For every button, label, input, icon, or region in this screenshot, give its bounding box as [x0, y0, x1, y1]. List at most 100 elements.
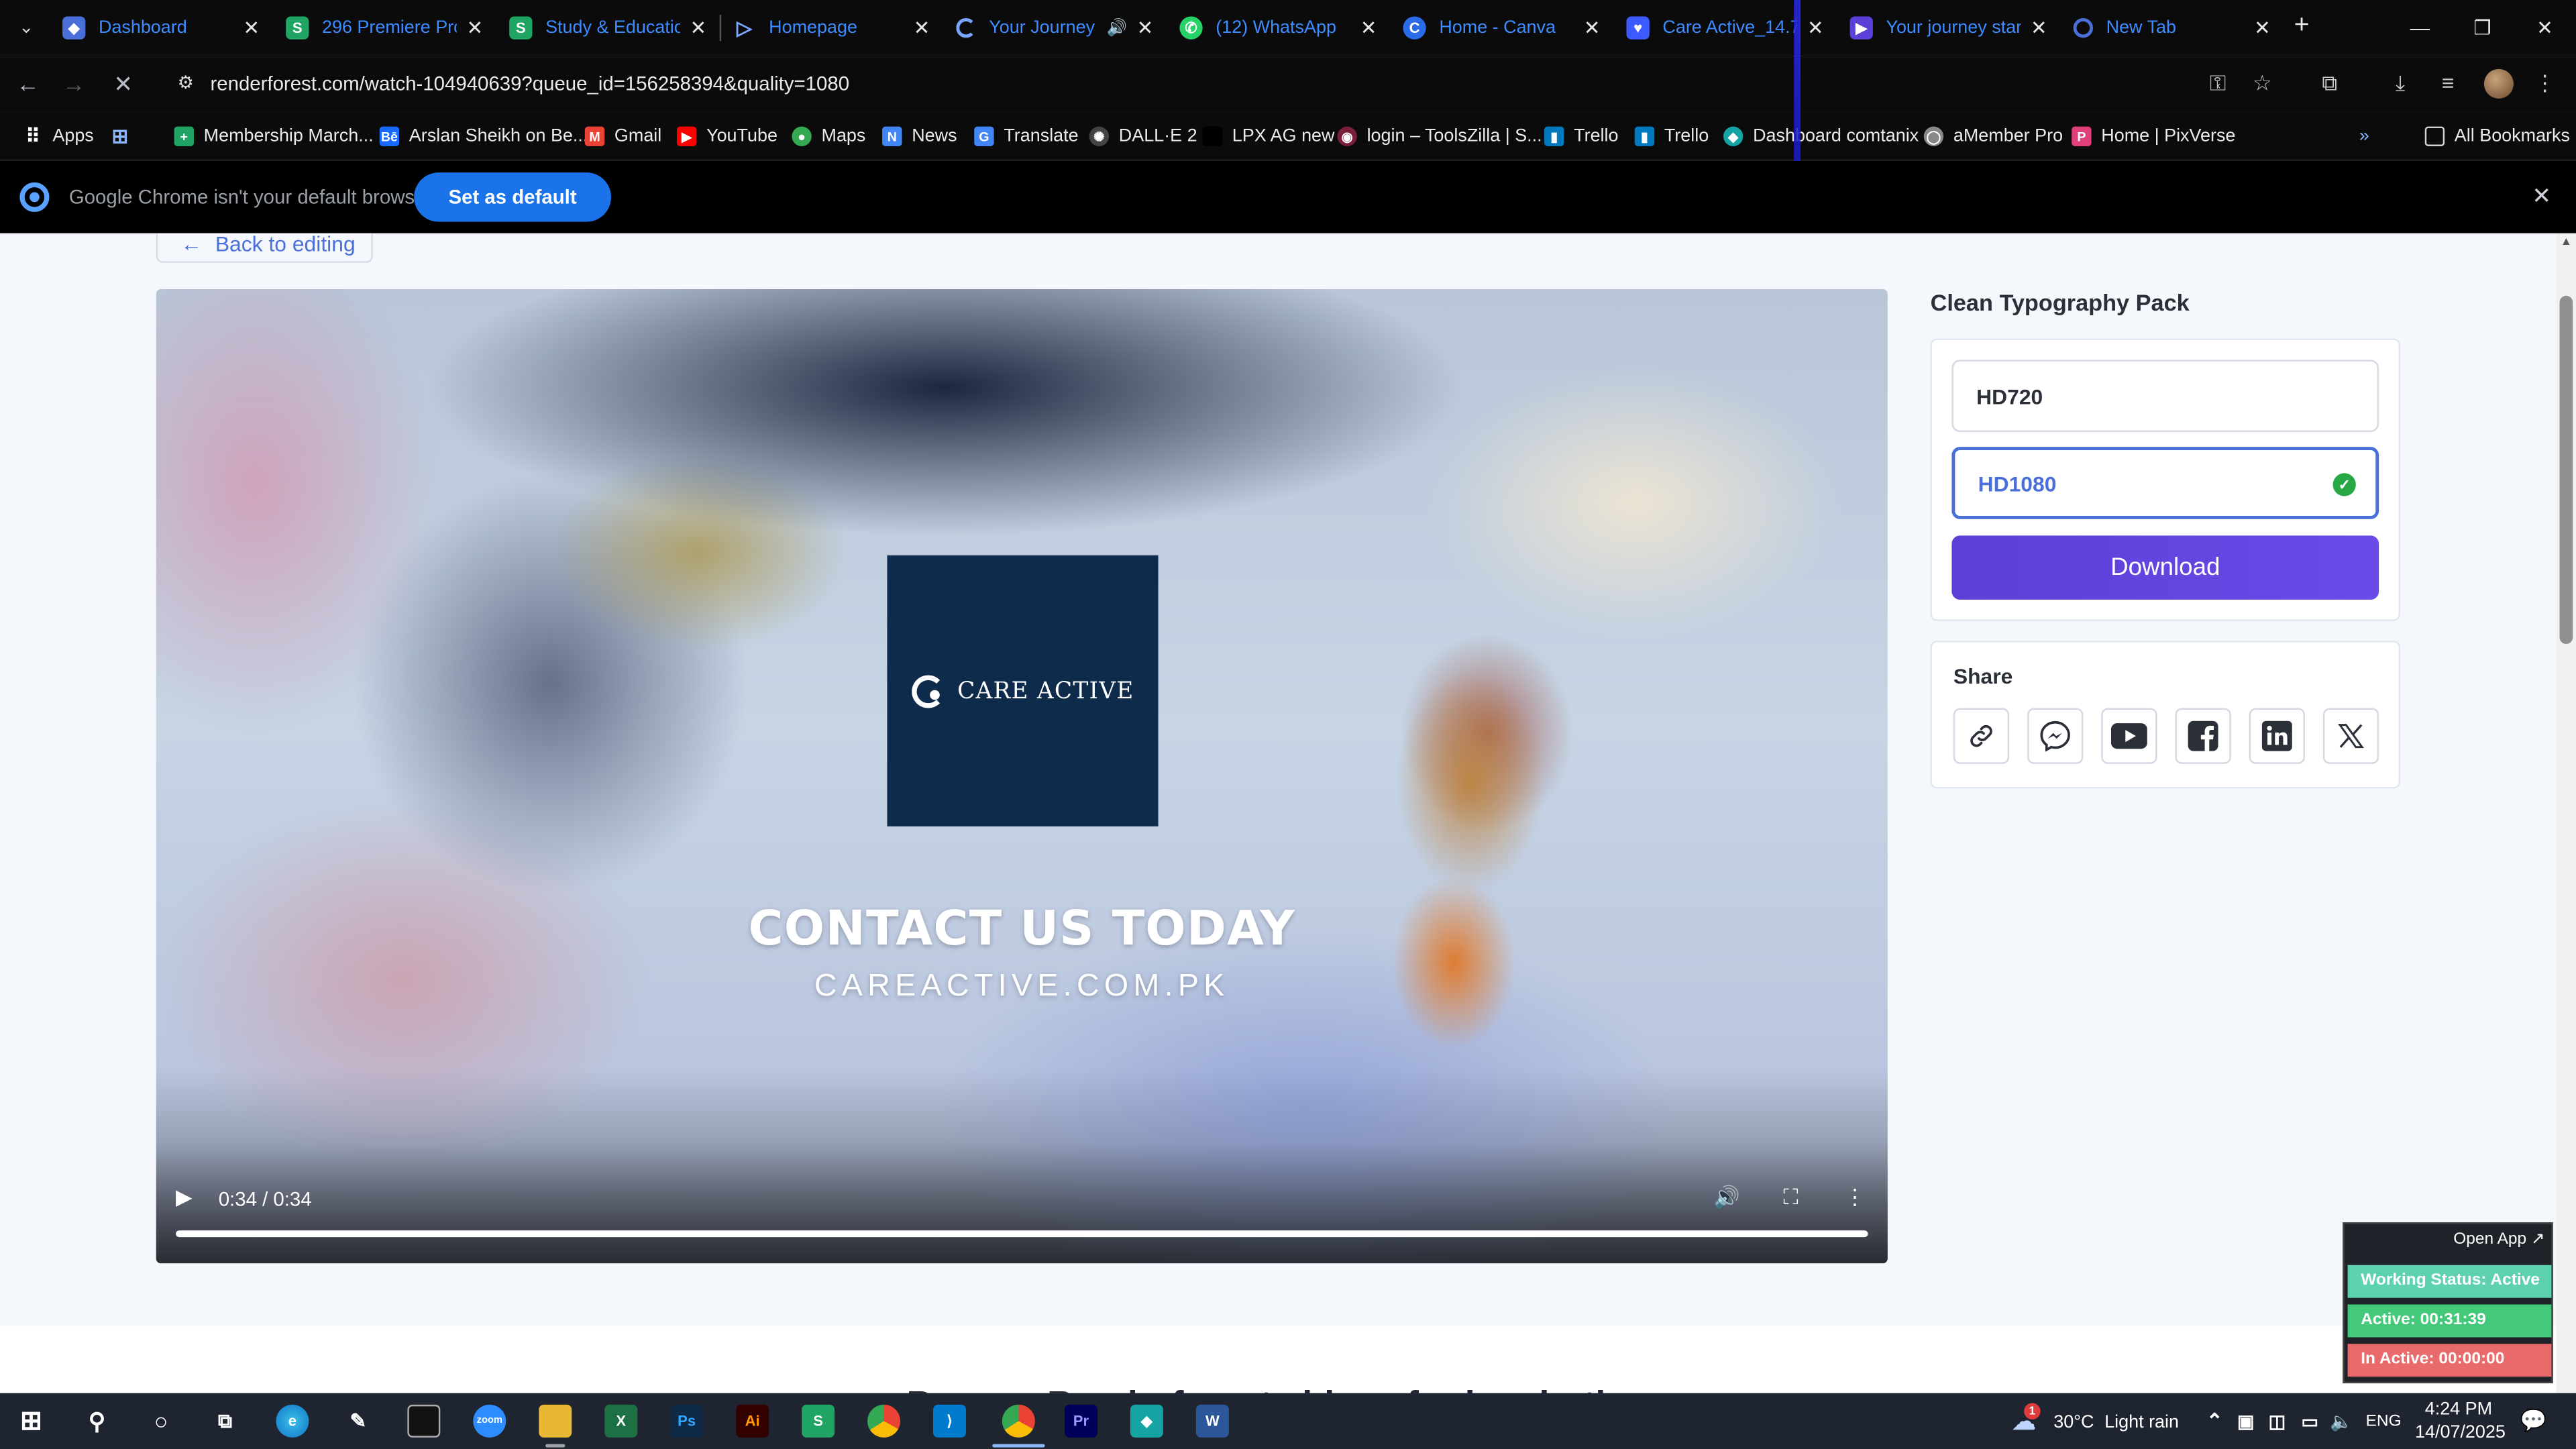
bookmark-behance[interactable]: Bē Arslan Sheikh on Be...: [379, 123, 588, 150]
new-tab-plus-icon[interactable]: +: [2287, 11, 2316, 44]
bookmark-lpx[interactable]: LPX AG new: [1202, 123, 1335, 150]
terminal-icon[interactable]: [407, 1404, 441, 1438]
tab-search-icon[interactable]: ⌄: [10, 13, 43, 43]
meet-now-icon[interactable]: ◫: [2261, 1405, 2294, 1438]
bookmark-pixverse[interactable]: P Home | PixVerse: [2072, 123, 2235, 150]
language-indicator[interactable]: ENG: [2366, 1413, 2402, 1431]
tab-premiere[interactable]: S 296 Premiere Pro ✕: [276, 3, 496, 52]
scroll-up-icon[interactable]: ▲: [2560, 237, 2573, 250]
close-window-icon[interactable]: ✕: [2514, 0, 2576, 56]
bookmark-toolszilla[interactable]: ◉ login – ToolsZilla | S...: [1337, 123, 1542, 150]
close-icon[interactable]: ✕: [240, 16, 263, 39]
comtanix-app-icon[interactable]: ◆: [1130, 1404, 1163, 1438]
downloads-icon[interactable]: ⤓: [2385, 69, 2415, 99]
photoshop-icon[interactable]: Ps: [670, 1404, 704, 1438]
quality-option-hd720[interactable]: HD720: [1951, 360, 2379, 433]
minimize-icon[interactable]: —: [2389, 0, 2451, 56]
back-arrow-icon[interactable]: ←: [13, 69, 43, 99]
tab-journey-start[interactable]: ▶ Your journey start ✕: [1840, 3, 2060, 52]
bookmark-trello-2[interactable]: ▮ Trello: [1634, 123, 1709, 150]
bookmark-maps[interactable]: ● Maps: [792, 123, 865, 150]
bookmark-comtanix[interactable]: ◆ Dashboard comtanix: [1723, 123, 1919, 150]
pen-tool-icon[interactable]: ✎: [341, 1405, 374, 1438]
search-icon[interactable]: ⚲: [80, 1405, 113, 1438]
quality-option-hd1080[interactable]: HD1080 ✓: [1951, 447, 2379, 519]
clock-time[interactable]: 4:24 PM: [2425, 1400, 2492, 1419]
open-app-link[interactable]: Open App ↗: [2453, 1230, 2544, 1248]
share-messenger-button[interactable]: [2027, 708, 2084, 764]
restore-icon[interactable]: ❐: [2451, 0, 2514, 56]
volume-tray-icon[interactable]: 🔈: [2324, 1405, 2357, 1438]
notifications-icon[interactable]: 💬: [2517, 1405, 2550, 1438]
forward-arrow-icon[interactable]: →: [59, 69, 89, 99]
close-icon[interactable]: ✕: [464, 16, 486, 39]
bookmark-amember[interactable]: ◯ aMember Pro: [1923, 123, 2063, 150]
close-icon[interactable]: ✕: [1580, 16, 1603, 39]
premiere-icon[interactable]: Pr: [1064, 1404, 1097, 1438]
tab-dashboard[interactable]: ◆ Dashboard ✕: [52, 3, 272, 52]
bookmark-tab-groups[interactable]: ⊞: [110, 123, 140, 150]
bookmark-youtube[interactable]: ▶ YouTube: [676, 123, 777, 150]
word-icon[interactable]: W: [1195, 1404, 1229, 1438]
bookmark-news[interactable]: N News: [882, 123, 957, 150]
address-bar[interactable]: ⚙ renderforest.com/watch-104940639?queue…: [164, 60, 2294, 107]
share-facebook-button[interactable]: [2175, 708, 2231, 764]
bookmark-membership[interactable]: + Membership March...: [174, 123, 374, 150]
close-icon[interactable]: ✕: [1357, 16, 1380, 39]
close-icon[interactable]: ✕: [910, 16, 933, 39]
tray-app-icon[interactable]: ▣: [2229, 1405, 2262, 1438]
close-icon[interactable]: ✕: [687, 16, 710, 39]
file-explorer-icon[interactable]: [539, 1404, 572, 1438]
extensions-icon[interactable]: ⧉: [2315, 69, 2345, 99]
network-icon[interactable]: ▭: [2294, 1405, 2326, 1438]
clock-date[interactable]: 14/07/2025: [2415, 1423, 2506, 1442]
chrome-icon[interactable]: [867, 1404, 901, 1438]
tab-whatsapp[interactable]: ✆ (12) WhatsApp ✕: [1170, 3, 1390, 52]
fullscreen-icon[interactable]: ⛶: [1778, 1185, 1804, 1211]
illustrator-icon[interactable]: Ai: [736, 1404, 769, 1438]
tab-canva[interactable]: C Home - Canva ✕: [1393, 3, 1613, 52]
volume-icon[interactable]: 🔊: [1713, 1185, 1740, 1211]
close-icon[interactable]: ✕: [1804, 16, 1827, 39]
tab-study[interactable]: S Study & Education ✕: [499, 3, 719, 52]
scrollbar-thumb[interactable]: [2559, 295, 2573, 645]
video-progress-bar[interactable]: [176, 1230, 1868, 1238]
close-icon[interactable]: ✕: [2251, 16, 2273, 39]
vscode-icon[interactable]: ⟩: [933, 1404, 967, 1438]
close-icon[interactable]: ✕: [2027, 16, 2050, 39]
menu-kebab-icon[interactable]: ⋮: [2530, 69, 2559, 99]
chevron-up-icon[interactable]: ⌃: [2198, 1405, 2231, 1438]
share-youtube-button[interactable]: [2101, 708, 2157, 764]
tab-new-tab[interactable]: New Tab ✕: [2063, 3, 2284, 53]
profile-avatar[interactable]: [2483, 68, 2514, 99]
play-icon[interactable]: ▶: [176, 1185, 199, 1211]
close-icon[interactable]: ✕: [1134, 16, 1157, 39]
download-button[interactable]: Download: [1951, 535, 2379, 600]
excel-icon[interactable]: X: [604, 1404, 638, 1438]
share-linkedin-button[interactable]: [2249, 708, 2305, 764]
bookmark-gmail[interactable]: M Gmail: [584, 123, 661, 150]
media-controls-icon[interactable]: ≡: [2433, 69, 2463, 99]
chrome-active-icon[interactable]: [1002, 1404, 1035, 1438]
zoom-icon[interactable]: zoom: [473, 1404, 506, 1438]
set-as-default-button[interactable]: Set as default: [414, 172, 612, 222]
tab-your-journey[interactable]: Your Journey 🔊 ✕: [947, 3, 1167, 52]
back-to-editing-button[interactable]: ← Back to editing: [156, 233, 373, 263]
sheets-app-icon[interactable]: S: [802, 1404, 835, 1438]
password-key-icon[interactable]: ⚿: [2203, 69, 2233, 99]
page-scrollbar[interactable]: ▲: [2556, 233, 2576, 1393]
site-info-icon[interactable]: ⚙: [174, 72, 197, 95]
bookmark-dalle[interactable]: ✺ DALL·E 2: [1089, 123, 1197, 150]
bookmark-trello-1[interactable]: ▮ Trello: [1544, 123, 1619, 150]
video-player[interactable]: CARE ACTIVE CONTACT US TODAY CAREACTIVE.…: [156, 289, 1888, 1264]
close-infobar-icon[interactable]: ✕: [2527, 180, 2557, 210]
cortana-icon[interactable]: ○: [145, 1405, 178, 1438]
task-view-icon[interactable]: ⧉: [209, 1405, 241, 1438]
bookmark-star-icon[interactable]: ☆: [2247, 69, 2277, 99]
stop-loading-icon[interactable]: ✕: [109, 69, 138, 99]
copy-link-button[interactable]: [1953, 708, 2010, 764]
bookmark-all[interactable]: All Bookmarks: [2424, 123, 2570, 150]
bookmark-apps[interactable]: ⠿ Apps: [23, 123, 94, 150]
more-options-icon[interactable]: ⋮: [1841, 1185, 1868, 1211]
bookmarks-overflow-icon[interactable]: »: [2359, 123, 2369, 150]
